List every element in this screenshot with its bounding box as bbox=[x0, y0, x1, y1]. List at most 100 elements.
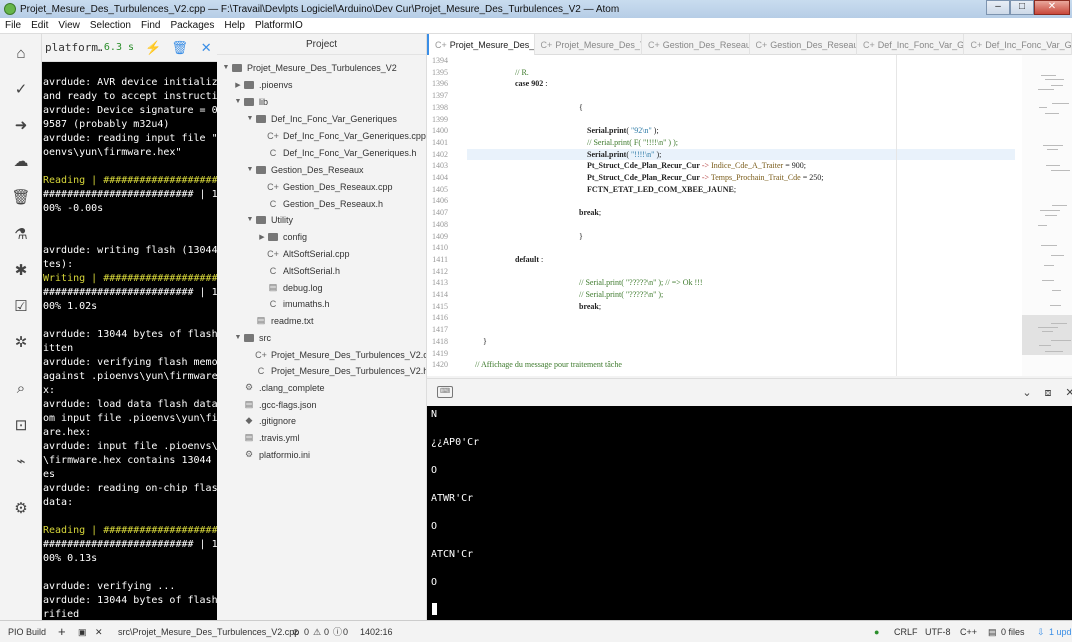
checklist-icon[interactable]: ☑ bbox=[10, 295, 32, 317]
tree-item-utility[interactable]: ▼ Utility bbox=[245, 211, 293, 228]
menu-help[interactable]: Help bbox=[219, 20, 250, 31]
tree-item-projet-mesure-des-turbulences-v2[interactable]: ▼ Projet_Mesure_Des_Turbulences_V2 bbox=[221, 59, 397, 76]
minimap[interactable] bbox=[1022, 55, 1072, 376]
pio-build-button[interactable]: PIO Build bbox=[8, 621, 46, 642]
code-area[interactable]: // R. case 902 :{Serial.print( "92\n" ); /… bbox=[467, 55, 1015, 376]
tree-item-gestion-des-reseaux[interactable]: ▼ Gestion_Des_Reseaux bbox=[245, 161, 364, 178]
chevron-down-icon[interactable]: ▼ bbox=[233, 334, 243, 341]
flask-icon[interactable]: ⚗ bbox=[10, 223, 32, 245]
tab-5[interactable]: C+Def_Inc_Fonc_Var_Ge… bbox=[857, 34, 965, 55]
minimap-viewport[interactable] bbox=[1022, 315, 1072, 355]
grammar-selector[interactable]: C++ bbox=[960, 621, 977, 642]
close-window-button[interactable]: ✕ bbox=[1034, 0, 1070, 15]
terminal-icon[interactable]: ⊡ bbox=[10, 414, 32, 436]
tree-item-imumaths-h[interactable]: Cimumaths.h bbox=[257, 295, 330, 312]
cursor-position[interactable]: 1402:16 bbox=[360, 621, 393, 642]
tree-item-altsoftserial-cpp[interactable]: C+ AltSoftSerial.cpp bbox=[257, 245, 349, 262]
minimize-button[interactable]: – bbox=[986, 0, 1010, 15]
folder-icon bbox=[267, 231, 279, 243]
search-icon[interactable]: ⌕ bbox=[10, 377, 32, 399]
chevron-right-icon[interactable]: ▶ bbox=[233, 81, 243, 89]
tree-item-projet-mesure-des-turbulences-v2-cpp[interactable]: C+ Projet_Mesure_Des_Turbulences_V2.cpp bbox=[245, 346, 426, 363]
tree-item-lib[interactable]: ▼ lib bbox=[233, 93, 268, 110]
maximize-button[interactable]: □ bbox=[1010, 0, 1034, 15]
line-number: 1412 bbox=[432, 266, 448, 276]
close-icon[interactable]: ✕ bbox=[195, 37, 217, 59]
tab-2[interactable]: C+Projet_Mesure_Des_T… bbox=[535, 34, 643, 55]
add-terminal-icon[interactable]: + bbox=[58, 621, 66, 642]
error-icon[interactable]: ⊘ bbox=[292, 621, 300, 642]
menu-edit[interactable]: Edit bbox=[26, 20, 53, 31]
menu-packages[interactable]: Packages bbox=[165, 20, 219, 31]
check-icon[interactable]: ✓ bbox=[10, 78, 32, 100]
build-output-line: 00% 1.02s bbox=[43, 301, 98, 312]
tab-4[interactable]: C+Gestion_Des_Reseaux.h bbox=[750, 34, 857, 55]
tree-item-readme-txt[interactable]: ▤ readme.txt bbox=[245, 312, 314, 329]
lightning-icon[interactable]: ⚡ bbox=[142, 37, 164, 59]
home-icon[interactable]: ⌂ bbox=[10, 42, 32, 64]
tab-3[interactable]: C+Gestion_Des_Reseaux… bbox=[642, 34, 750, 55]
tree-item-gcc-flags-json[interactable]: ▤ .gcc-flags.json bbox=[233, 396, 317, 413]
arrow-right-icon[interactable]: ➜ bbox=[10, 114, 32, 136]
tree-item-src[interactable]: ▼ src bbox=[233, 329, 271, 346]
info-count[interactable]: 0 bbox=[343, 621, 348, 642]
chevron-down-button[interactable]: ⌄ bbox=[1017, 384, 1037, 402]
window-title: Projet_Mesure_Des_Turbulences_V2.cpp — F… bbox=[20, 3, 620, 15]
cloud-upload-icon[interactable]: ☁ bbox=[10, 150, 32, 172]
serial-monitor-terminal[interactable]: N ¿¿AP0'Cr O ATWR'Cr O ATCN'Cr O bbox=[427, 406, 1072, 620]
trash-icon[interactable]: 🗑 bbox=[10, 186, 32, 208]
menu-selection[interactable]: Selection bbox=[85, 20, 136, 31]
tree-item-def-inc-fonc-var-generiques-h[interactable]: C Def_Inc_Fonc_Var_Generiques.h bbox=[257, 144, 417, 161]
tab-6[interactable]: C+Def_Inc_Fonc_Var_Ge… bbox=[964, 34, 1072, 55]
chip-icon[interactable]: ✲ bbox=[10, 331, 32, 353]
maximize-button[interactable]: ⧈ bbox=[1038, 384, 1058, 402]
close-button[interactable]: ✕ bbox=[1060, 384, 1072, 402]
chevron-down-icon[interactable]: ▼ bbox=[233, 98, 243, 105]
tree-item-projet-mesure-des-turbulences-v2-h[interactable]: C Projet_Mesure_Des_Turbulences_V2.h bbox=[245, 362, 426, 379]
menu-file[interactable]: File bbox=[0, 20, 26, 31]
tree-item-gestion-des-reseaux-h[interactable]: C Gestion_Des_Reseaux.h bbox=[257, 195, 383, 212]
tree-item-altsoftserial-h[interactable]: C AltSoftSerial.h bbox=[257, 262, 340, 279]
warning-count[interactable]: 0 bbox=[324, 621, 329, 642]
terminal-panel-icon[interactable]: ▣ bbox=[78, 621, 87, 642]
menu-find[interactable]: Find bbox=[136, 20, 165, 31]
chevron-down-icon[interactable]: ▼ bbox=[245, 115, 255, 122]
tree-item-gestion-des-reseaux-cpp[interactable]: C+ Gestion_Des_Reseaux.cpp bbox=[257, 178, 392, 195]
terminal-title[interactable]: platform… bbox=[45, 41, 102, 54]
build-output-line: avrdude: input file .pioenvs\yun bbox=[43, 441, 217, 452]
tree-item-def-inc-fonc-var-generiques[interactable]: ▼ Def_Inc_Fonc_Var_Generiques bbox=[245, 110, 397, 127]
plug-icon[interactable]: ⌁ bbox=[10, 450, 32, 472]
close-terminal-icon[interactable]: ✕ bbox=[95, 621, 103, 642]
tree-item-def-inc-fonc-var-generiques-cpp[interactable]: C+ Def_Inc_Fonc_Var_Generiques.cpp bbox=[257, 127, 426, 144]
updates-label[interactable]: 1 upd bbox=[1049, 621, 1072, 642]
chevron-down-icon[interactable]: ▼ bbox=[221, 64, 231, 71]
updates-icon[interactable]: ⇩ bbox=[1037, 621, 1045, 642]
settings-icon[interactable]: ⚙ bbox=[10, 497, 32, 519]
tree-item-debug-log[interactable]: ▤ debug.log bbox=[257, 279, 323, 296]
tree-item-clang-complete[interactable]: ⚙ .clang_complete bbox=[233, 379, 325, 396]
git-files-count[interactable]: 0 files bbox=[1001, 621, 1025, 642]
chevron-right-icon[interactable]: ▶ bbox=[257, 233, 267, 241]
menu-view[interactable]: View bbox=[53, 20, 85, 31]
error-count[interactable]: 0 bbox=[304, 621, 309, 642]
chevron-down-icon[interactable]: ▼ bbox=[245, 166, 255, 173]
chevron-down-icon[interactable]: ▼ bbox=[245, 216, 255, 223]
info-icon[interactable]: ⓘ bbox=[333, 621, 342, 642]
git-file-icon[interactable]: ▤ bbox=[988, 621, 997, 642]
tree-item-gitignore[interactable]: ◆ .gitignore bbox=[233, 412, 297, 429]
line-ending[interactable]: CRLF bbox=[894, 621, 918, 642]
line-number: 1411 bbox=[432, 254, 448, 264]
tree-item-travis-yml[interactable]: ▤ .travis.yml bbox=[233, 429, 300, 446]
build-output-line: 00% -0.00s bbox=[43, 203, 104, 214]
tree-item-config[interactable]: ▶ config bbox=[257, 228, 307, 245]
menu-platformio[interactable]: PlatformIO bbox=[250, 20, 308, 31]
bug-icon[interactable]: ✱ bbox=[10, 259, 32, 281]
tree-item-platformio-ini[interactable]: ⚙ platformio.ini bbox=[233, 446, 310, 463]
tab-1[interactable]: C+Projet_Mesure_Des_T… bbox=[427, 34, 535, 55]
tree-item-pioenvs[interactable]: ▶ .pioenvs bbox=[233, 76, 292, 93]
file-encoding[interactable]: UTF-8 bbox=[925, 621, 951, 642]
warning-icon[interactable]: ⚠ bbox=[313, 621, 321, 642]
trash-icon[interactable]: 🗑 bbox=[169, 37, 191, 59]
keyboard-icon[interactable]: ⌨ bbox=[437, 386, 453, 398]
status-file-path[interactable]: src\Projet_Mesure_Des_Turbulences_V2.cpp bbox=[118, 621, 299, 642]
